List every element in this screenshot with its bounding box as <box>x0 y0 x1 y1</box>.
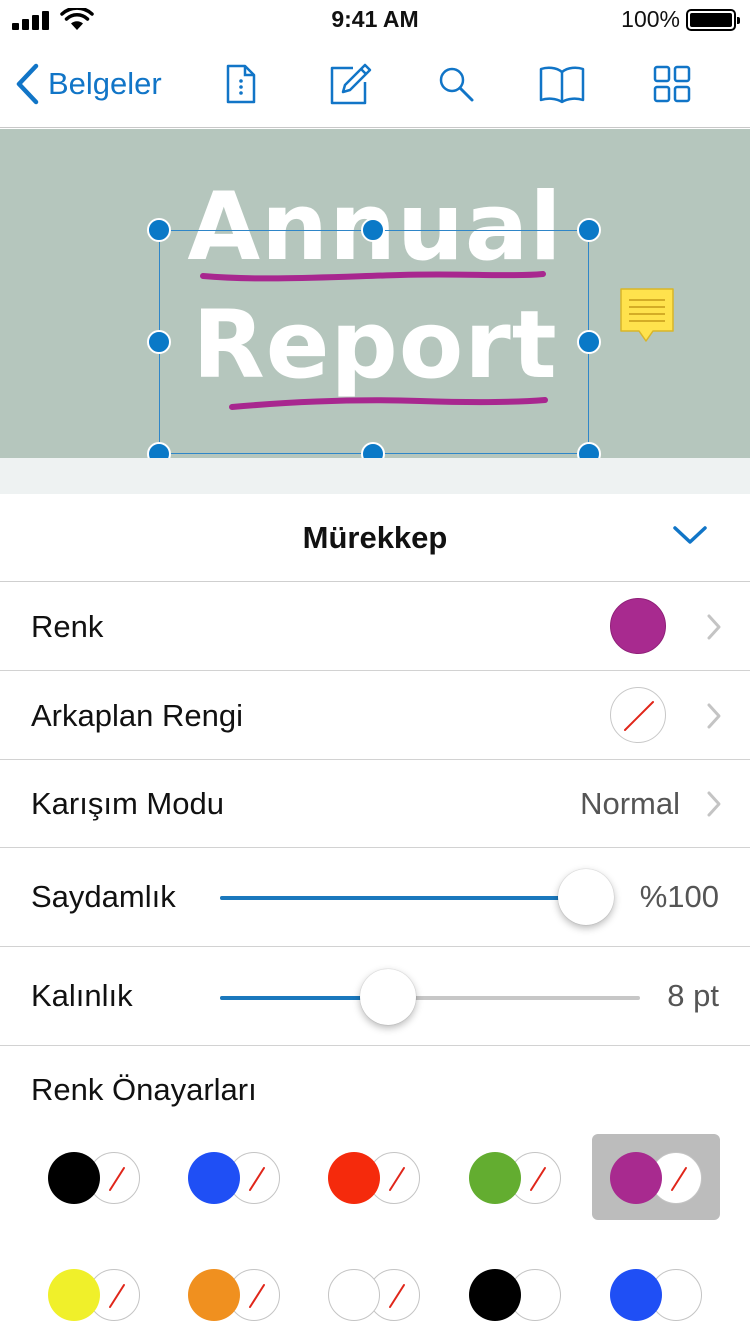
opacity-row: Saydamlık %100 <box>0 848 750 947</box>
grid-icon[interactable] <box>648 60 696 108</box>
color-swatch <box>610 598 666 654</box>
back-button-label: Belgeler <box>48 66 162 101</box>
color-row[interactable]: Renk <box>0 583 750 671</box>
color-preset-8[interactable] <box>310 1251 438 1334</box>
color-preset-9[interactable] <box>451 1251 579 1334</box>
opacity-value: %100 <box>639 879 719 914</box>
preset-stroke-color <box>610 1152 662 1204</box>
resize-handle-left[interactable] <box>147 330 171 354</box>
opacity-label: Saydamlık <box>31 879 176 914</box>
color-preset-7[interactable] <box>170 1251 298 1334</box>
blend-mode-value: Normal <box>580 786 680 821</box>
selection-box[interactable] <box>159 230 589 454</box>
thickness-value: 8 pt <box>667 978 719 1013</box>
preset-stroke-color <box>328 1152 380 1204</box>
color-preset-1[interactable] <box>30 1134 158 1220</box>
thickness-slider[interactable] <box>220 969 640 1025</box>
battery-icon <box>686 9 740 31</box>
chevron-down-icon[interactable] <box>672 524 708 546</box>
book-icon[interactable] <box>538 60 586 108</box>
preset-stroke-color <box>469 1269 521 1321</box>
color-preset-2[interactable] <box>170 1134 298 1220</box>
document-page-edge <box>0 458 750 494</box>
document-info-icon[interactable] <box>216 60 264 108</box>
blend-mode-row[interactable]: Karışım Modu Normal <box>0 760 750 848</box>
background-color-label: Arkaplan Rengi <box>31 698 243 733</box>
thickness-slider-thumb[interactable] <box>360 969 416 1025</box>
opacity-slider[interactable] <box>220 869 614 925</box>
chevron-right-icon <box>707 791 721 817</box>
no-color-swatch <box>610 687 666 743</box>
chevron-right-icon <box>707 703 721 729</box>
thickness-label: Kalınlık <box>31 978 133 1013</box>
color-preset-3[interactable] <box>310 1134 438 1220</box>
resize-handle-top-left[interactable] <box>147 218 171 242</box>
preset-stroke-color <box>48 1269 100 1321</box>
chevron-right-icon <box>707 614 721 640</box>
color-preset-5[interactable] <box>592 1134 720 1220</box>
color-preset-6[interactable] <box>30 1251 158 1334</box>
opacity-slider-fill <box>220 896 586 900</box>
preset-stroke-color <box>610 1269 662 1321</box>
color-preset-10[interactable] <box>592 1251 720 1334</box>
thickness-row: Kalınlık 8 pt <box>0 947 750 1046</box>
status-bar: 9:41 AM 100% <box>0 0 750 40</box>
document-page[interactable]: Annual Report <box>0 129 750 458</box>
preset-stroke-color <box>328 1269 380 1321</box>
preset-stroke-color <box>188 1152 240 1204</box>
color-preset-4[interactable] <box>451 1134 579 1220</box>
preset-stroke-color <box>48 1152 100 1204</box>
resize-handle-top-right[interactable] <box>577 218 601 242</box>
preset-stroke-color <box>469 1152 521 1204</box>
battery-percentage: 100% <box>621 6 680 32</box>
color-presets-label: Renk Önayarları <box>31 1072 257 1107</box>
back-button[interactable]: Belgeler <box>14 60 162 108</box>
chevron-left-icon <box>16 63 39 105</box>
ink-properties-panel: Mürekkep Renk Arkaplan Rengi Karışım Mod… <box>0 494 750 1334</box>
preset-stroke-color <box>188 1269 240 1321</box>
resize-handle-right[interactable] <box>577 330 601 354</box>
background-color-row[interactable]: Arkaplan Rengi <box>0 671 750 760</box>
color-label: Renk <box>31 609 104 644</box>
search-icon[interactable] <box>432 60 480 108</box>
panel-title: Mürekkep <box>302 520 448 555</box>
edit-icon[interactable] <box>326 60 374 108</box>
navigation-bar: Belgeler <box>0 40 750 128</box>
sticky-note-icon[interactable] <box>619 287 675 345</box>
panel-header: Mürekkep <box>0 494 750 582</box>
resize-handle-top[interactable] <box>361 218 385 242</box>
blend-mode-label: Karışım Modu <box>31 786 224 821</box>
opacity-slider-thumb[interactable] <box>558 869 614 925</box>
